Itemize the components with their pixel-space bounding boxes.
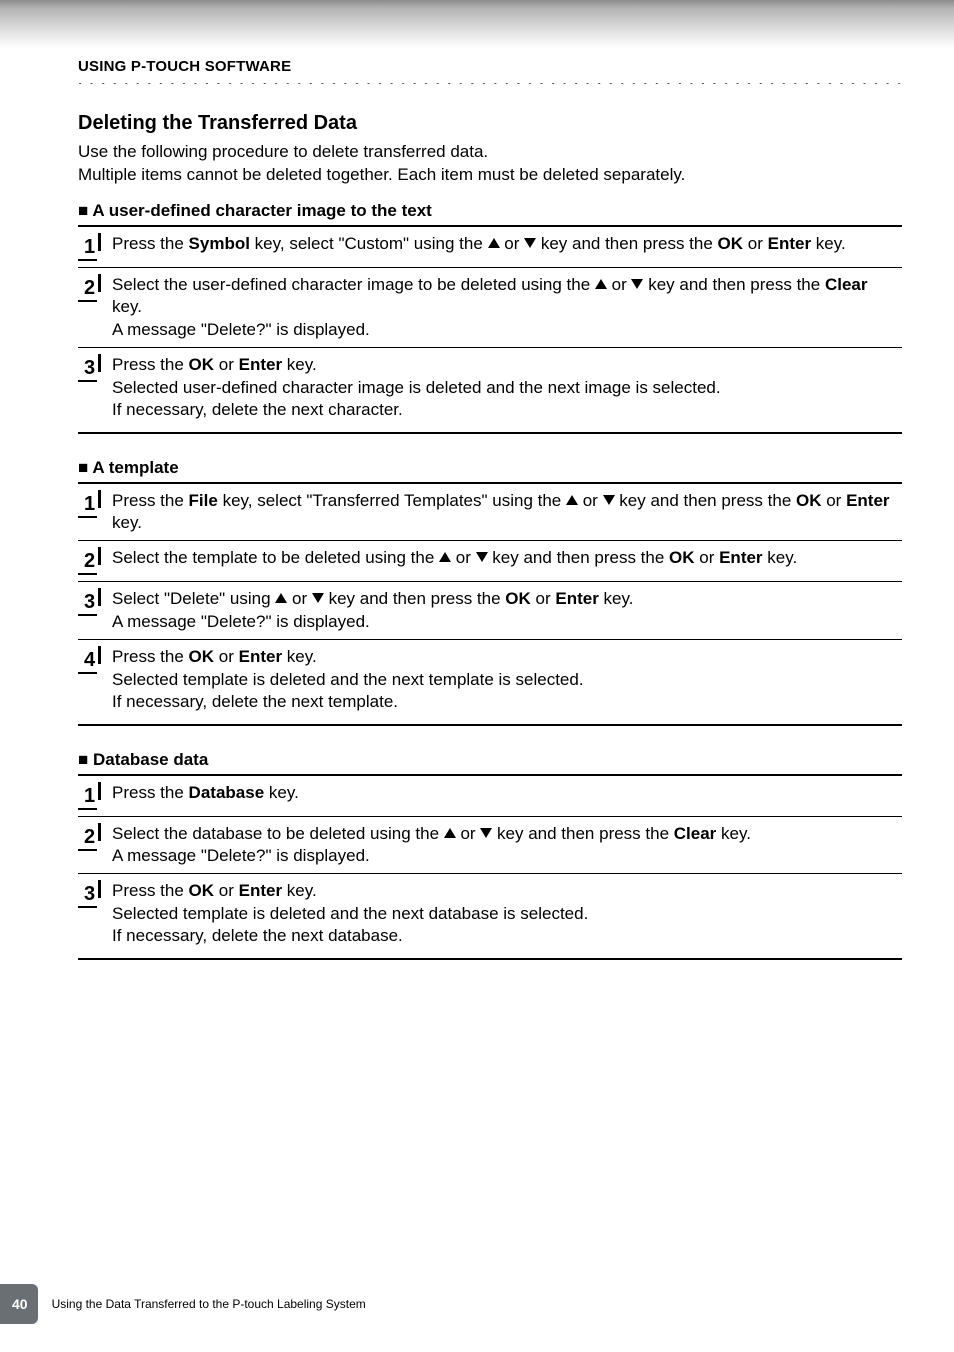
arrow-up-icon <box>566 495 578 505</box>
footer: 40 Using the Data Transferred to the P-t… <box>0 1284 366 1324</box>
arrow-down-icon <box>603 495 615 505</box>
step-number-bar <box>98 588 101 606</box>
step-number-bar <box>98 547 101 565</box>
step-number-bar <box>98 354 101 372</box>
step: 1 Press the Symbol key, select "Custom" u… <box>78 227 902 267</box>
step-number-bar <box>98 782 101 800</box>
arrow-up-icon <box>444 828 456 838</box>
step-number: 4 <box>78 650 97 674</box>
step-number-wrap: 3 <box>78 354 112 382</box>
step-number-wrap: 2 <box>78 823 112 851</box>
arrow-down-icon <box>480 828 492 838</box>
step-number-wrap: 2 <box>78 547 112 575</box>
step: 1 Press the File key, select "Transferred… <box>78 484 902 541</box>
section-gap <box>78 726 902 744</box>
step-number-bar <box>98 233 101 251</box>
step-number-wrap: 1 <box>78 233 112 261</box>
arrow-up-icon <box>275 593 287 603</box>
subsection: ■ A template 1 Press the File key, select … <box>78 458 902 744</box>
step-text: Select the database to be deleted using … <box>112 823 902 868</box>
arrow-up-icon <box>595 279 607 289</box>
page-number: 40 <box>0 1284 38 1324</box>
subsection-heading: ■ A user-defined character image to the … <box>78 201 902 221</box>
step-number: 1 <box>78 494 97 518</box>
step-text: Select the template to be deleted using … <box>112 547 902 569</box>
step: 3 Select "Delete" using or key and then p… <box>78 582 902 639</box>
arrow-down-icon <box>476 552 488 562</box>
step-number-bar <box>98 490 101 508</box>
dotted-rule: • • • • • • • • • • • • • • • • • • • • … <box>78 78 904 84</box>
step-number-wrap: 1 <box>78 782 112 810</box>
step-number: 3 <box>78 592 97 616</box>
step-text: Press the Database key. <box>112 782 902 804</box>
step-number: 3 <box>78 358 97 382</box>
bullet-square-icon: ■ <box>78 201 88 220</box>
arrow-up-icon <box>439 552 451 562</box>
section-gap <box>78 960 902 978</box>
intro-line-1: Use the following procedure to delete tr… <box>78 142 488 161</box>
bullet-square-icon: ■ <box>78 750 88 769</box>
step-number-wrap: 2 <box>78 274 112 302</box>
step-number: 1 <box>78 786 97 810</box>
chapter-title: USING P-TOUCH SOFTWARE <box>78 58 291 75</box>
step-text: Press the OK or Enter key.Selected templ… <box>112 646 902 713</box>
step-number-wrap: 4 <box>78 646 112 674</box>
step-text: Press the Symbol key, select "Custom" us… <box>112 233 902 255</box>
arrow-down-icon <box>524 238 536 248</box>
page: USING P-TOUCH SOFTWARE • • • • • • • • •… <box>0 0 954 1352</box>
step-text: Select the user-defined character image … <box>112 274 902 341</box>
step-number-bar <box>98 823 101 841</box>
step: 3 Press the OK or Enter key.Selected temp… <box>78 874 902 953</box>
subsection: ■ A user-defined character image to the … <box>78 201 902 452</box>
step-number: 1 <box>78 237 97 261</box>
step-number-wrap: 3 <box>78 880 112 908</box>
step: 1 Press the Database key. <box>78 776 902 816</box>
footer-text: Using the Data Transferred to the P-touc… <box>52 1297 366 1311</box>
step-text: Press the OK or Enter key.Selected templ… <box>112 880 902 947</box>
step-number-bar <box>98 646 101 664</box>
step-number: 2 <box>78 278 97 302</box>
step-text: Select "Delete" using or key and then pr… <box>112 588 902 633</box>
section-title: Deleting the Transferred Data <box>78 112 902 135</box>
step-text: Press the OK or Enter key.Selected user-… <box>112 354 902 421</box>
content: Deleting the Transferred Data Use the fo… <box>78 112 902 978</box>
arrow-down-icon <box>312 593 324 603</box>
intro-text: Use the following procedure to delete tr… <box>78 141 902 187</box>
arrow-down-icon <box>631 279 643 289</box>
step-number-wrap: 3 <box>78 588 112 616</box>
step: 4 Press the OK or Enter key.Selected temp… <box>78 640 902 719</box>
step-number: 3 <box>78 884 97 908</box>
step: 2 Select the user-defined character image… <box>78 268 902 347</box>
header-gradient <box>0 0 954 48</box>
step-number-bar <box>98 274 101 292</box>
bullet-square-icon: ■ <box>78 458 88 477</box>
step-text: Press the File key, select "Transferred … <box>112 490 902 535</box>
step-number-wrap: 1 <box>78 490 112 518</box>
step: 3 Press the OK or Enter key.Selected user… <box>78 348 902 427</box>
step-number: 2 <box>78 551 97 575</box>
section-gap <box>78 434 902 452</box>
subsection-heading: ■ A template <box>78 458 902 478</box>
intro-line-2: Multiple items cannot be deleted togethe… <box>78 165 685 184</box>
step: 2 Select the database to be deleted using… <box>78 817 902 874</box>
arrow-up-icon <box>488 238 500 248</box>
step-number-bar <box>98 880 101 898</box>
step-number: 2 <box>78 827 97 851</box>
subsection-heading: ■ Database data <box>78 750 902 770</box>
subsection: ■ Database data 1 Press the Database key. 2… <box>78 750 902 978</box>
step: 2 Select the template to be deleted using… <box>78 541 902 581</box>
